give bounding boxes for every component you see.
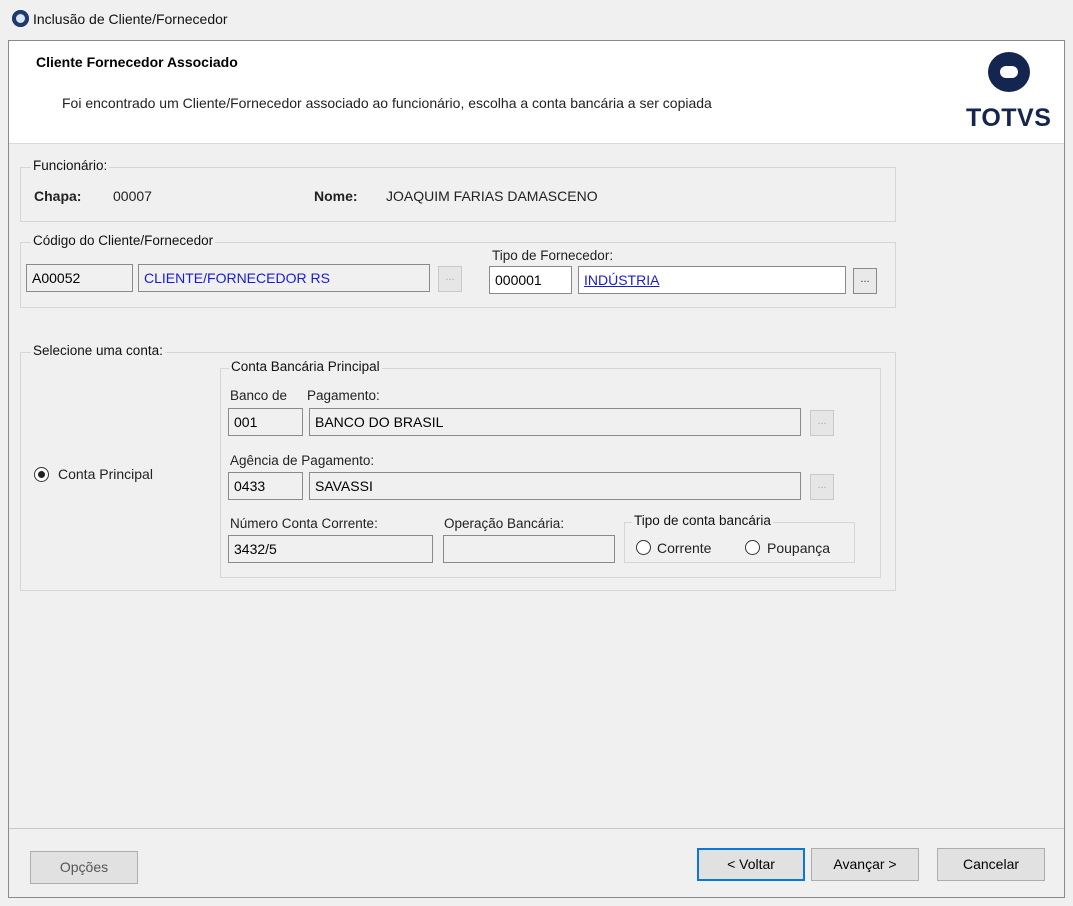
cliente-name-field[interactable]: CLIENTE/FORNECEDOR RS	[138, 264, 430, 292]
tipo-fornecedor-name-field[interactable]: INDÚSTRIA	[578, 266, 846, 294]
tipo-fornecedor-code-field[interactable]: 000001	[489, 266, 572, 294]
cancelar-button[interactable]: Cancelar	[937, 848, 1045, 881]
tipo-fornecedor-lookup-button[interactable]: ...	[853, 268, 877, 294]
tipo-conta-legend: Tipo de conta bancária	[632, 513, 773, 528]
header-title: Cliente Fornecedor Associado	[36, 54, 238, 70]
totvs-logo-text: TOTVS	[966, 104, 1052, 132]
app-icon	[12, 10, 29, 27]
chapa-label: Chapa:	[34, 188, 82, 204]
tipo-fornecedor-label: Tipo de Fornecedor:	[492, 248, 614, 263]
numero-conta-label: Número Conta Corrente:	[230, 516, 378, 531]
nome-label: Nome:	[314, 188, 358, 204]
conta-legend: Selecione uma conta:	[31, 343, 165, 358]
nome-value: JOAQUIM FARIAS DAMASCENO	[386, 188, 598, 204]
banco-name-field[interactable]: BANCO DO BRASIL	[309, 408, 801, 436]
avancar-button[interactable]: Avançar >	[811, 848, 919, 881]
banco-label-part2: Pagamento:	[307, 388, 380, 403]
banco-code-field[interactable]: 001	[228, 408, 303, 436]
poupanca-label[interactable]: Poupança	[767, 540, 830, 556]
cliente-legend: Código do Cliente/Fornecedor	[31, 233, 216, 248]
banco-label-part1: Banco de	[230, 388, 288, 403]
conta-principal-legend: Conta Bancária Principal	[229, 359, 382, 374]
cliente-code-field[interactable]: A00052	[26, 264, 133, 292]
banco-lookup-button[interactable]: ...	[810, 410, 834, 436]
totvs-logo-icon	[988, 52, 1030, 92]
footer-separator	[9, 828, 1064, 829]
funcionario-legend: Funcionário:	[31, 158, 110, 173]
conta-principal-label[interactable]: Conta Principal	[58, 466, 153, 482]
cliente-lookup-button[interactable]: ...	[438, 266, 462, 292]
window-title: Inclusão de Cliente/Fornecedor	[33, 11, 228, 27]
header-description: Foi encontrado um Cliente/Fornecedor ass…	[62, 95, 712, 111]
voltar-button[interactable]: < Voltar	[697, 848, 805, 881]
opcoes-button[interactable]: Opções	[30, 851, 138, 884]
conta-principal-radio[interactable]	[34, 467, 49, 482]
chapa-value: 00007	[113, 188, 152, 204]
agencia-lookup-button[interactable]: ...	[810, 474, 834, 500]
agencia-code-field[interactable]: 0433	[228, 472, 303, 500]
poupanca-radio[interactable]	[745, 540, 760, 555]
operacao-bancaria-field[interactable]	[443, 535, 615, 563]
tipo-fornecedor-link[interactable]: INDÚSTRIA	[584, 272, 659, 288]
numero-conta-field[interactable]: 3432/5	[228, 535, 433, 563]
agencia-name-field[interactable]: SAVASSI	[309, 472, 801, 500]
agencia-label: Agência de Pagamento:	[230, 453, 375, 468]
corrente-radio[interactable]	[636, 540, 651, 555]
operacao-bancaria-label: Operação Bancária:	[444, 516, 565, 531]
corrente-label[interactable]: Corrente	[657, 540, 711, 556]
